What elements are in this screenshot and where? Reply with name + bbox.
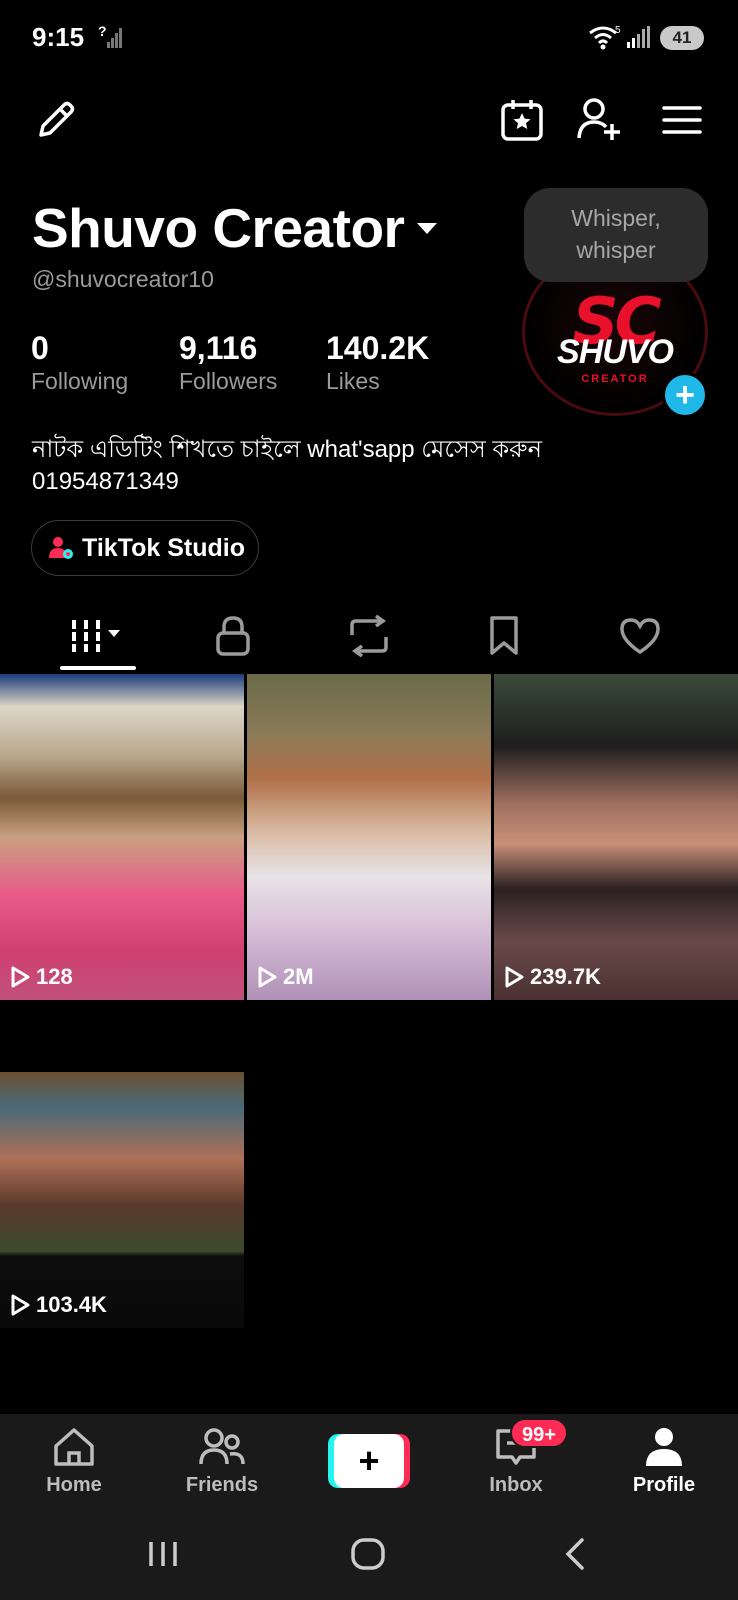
profile-bio: নাটক এডিটিং শিখতে চাইলে what'sapp মেসেস …	[32, 434, 632, 498]
battery-indicator: 41	[660, 26, 704, 50]
bookmark-icon	[490, 616, 518, 655]
video-thumbnail[interactable]: 103.4K	[0, 1072, 244, 1328]
create-button[interactable]: +	[328, 1434, 410, 1488]
stat-following-value: 0	[31, 330, 49, 366]
lock-icon	[216, 616, 250, 656]
home-button-icon[interactable]	[350, 1536, 386, 1572]
bottom-navigation: Home Friends + Inbox 99+ Profile	[0, 1414, 738, 1514]
nav-profile-label: Profile	[632, 1474, 696, 1496]
nav-home-label: Home	[46, 1474, 102, 1496]
inbox-badge: 99+	[510, 1418, 568, 1448]
cell-signal-icon	[626, 24, 652, 55]
nav-friends[interactable]: Friends	[162, 1426, 282, 1497]
video-thumbnail[interactable]: 128	[0, 674, 244, 1000]
stat-likes-value: 140.2K	[326, 330, 430, 366]
svg-text:?: ?	[98, 24, 107, 39]
tiktok-studio-button[interactable]: TikTok Studio	[31, 520, 259, 576]
stat-following-label: Following	[31, 368, 129, 394]
no-sim-signal-icon: ?	[98, 23, 122, 55]
tab-reposts[interactable]	[299, 602, 439, 670]
repost-icon	[350, 615, 388, 657]
edit-icon	[39, 101, 75, 137]
profile-icon	[646, 1428, 682, 1466]
friends-icon	[199, 1428, 245, 1465]
stat-followers-label: Followers	[179, 368, 278, 394]
studio-person-icon	[49, 537, 73, 559]
profile-handle: @shuvocreator10	[32, 266, 214, 292]
home-icon	[54, 1428, 94, 1466]
view-count-value: 128	[36, 964, 73, 989]
whisper-tooltip: Whisper, whisper	[524, 188, 708, 282]
stat-likes[interactable]: 140.2K Likes	[326, 330, 429, 395]
view-count: 239.7K	[504, 964, 601, 990]
tab-private[interactable]	[163, 602, 303, 670]
grid-icon	[72, 620, 120, 652]
menu-icon	[662, 106, 702, 134]
view-count: 103.4K	[10, 1292, 107, 1318]
nav-home[interactable]: Home	[14, 1426, 134, 1497]
bio-line: নাটক এডিটিং শিখতে চাইলে what'sapp মেসেস …	[32, 436, 542, 463]
profile-tabs	[0, 602, 738, 670]
menu-button[interactable]	[654, 92, 710, 148]
event-calendar-button[interactable]	[494, 92, 550, 148]
play-icon	[258, 966, 277, 988]
add-friend-button[interactable]	[572, 92, 628, 148]
video-thumbnail[interactable]: 2M	[247, 674, 491, 1000]
view-count-value: 103.4K	[36, 1292, 107, 1317]
play-icon	[11, 1294, 30, 1316]
profile-display-name[interactable]: Shuvo Creator	[32, 196, 405, 260]
edit-profile-button[interactable]	[28, 92, 84, 148]
view-count: 128	[10, 964, 73, 990]
nav-profile[interactable]: Profile	[604, 1426, 724, 1497]
nav-friends-label: Friends	[185, 1474, 259, 1496]
stat-followers-value: 9,116	[179, 330, 258, 366]
stat-following[interactable]: 0 Following	[31, 330, 128, 395]
heart-icon	[620, 618, 660, 655]
recent-apps-icon[interactable]	[146, 1536, 180, 1572]
tooltip-line: Whisper,	[571, 205, 661, 231]
status-time: 9:15	[32, 22, 85, 52]
calendar-star-icon	[501, 100, 543, 141]
stat-likes-label: Likes	[326, 368, 380, 394]
avatar-logo-name: SHUVO	[557, 333, 674, 371]
view-count-value: 2M	[283, 964, 314, 989]
video-thumbnail[interactable]: 239.7K	[494, 674, 738, 1000]
play-icon	[505, 966, 524, 988]
nav-inbox-label: Inbox	[489, 1474, 543, 1496]
tooltip-line: whisper	[576, 237, 656, 263]
bio-phone: 01954871349	[32, 468, 179, 495]
active-tab-indicator	[60, 666, 136, 670]
status-bar: 9:15 ? 5 41	[0, 0, 738, 80]
play-icon	[11, 966, 30, 988]
tiktok-studio-label: TikTok Studio	[82, 533, 245, 562]
wifi-icon: 5	[588, 24, 622, 55]
system-navigation-bar	[0, 1514, 738, 1600]
tab-saved[interactable]	[434, 602, 574, 670]
view-count-value: 239.7K	[530, 964, 601, 989]
stat-followers[interactable]: 9,116 Followers	[179, 330, 277, 395]
svg-text:5: 5	[615, 25, 621, 36]
plus-icon: +	[334, 1434, 404, 1488]
account-switch-caret-icon[interactable]	[416, 222, 438, 236]
view-count: 2M	[257, 964, 314, 990]
tab-liked[interactable]	[570, 602, 710, 670]
back-icon[interactable]	[560, 1536, 590, 1572]
add-story-plus-icon[interactable]: +	[662, 372, 708, 418]
add-friend-icon	[577, 98, 620, 140]
tab-videos[interactable]	[26, 602, 166, 670]
